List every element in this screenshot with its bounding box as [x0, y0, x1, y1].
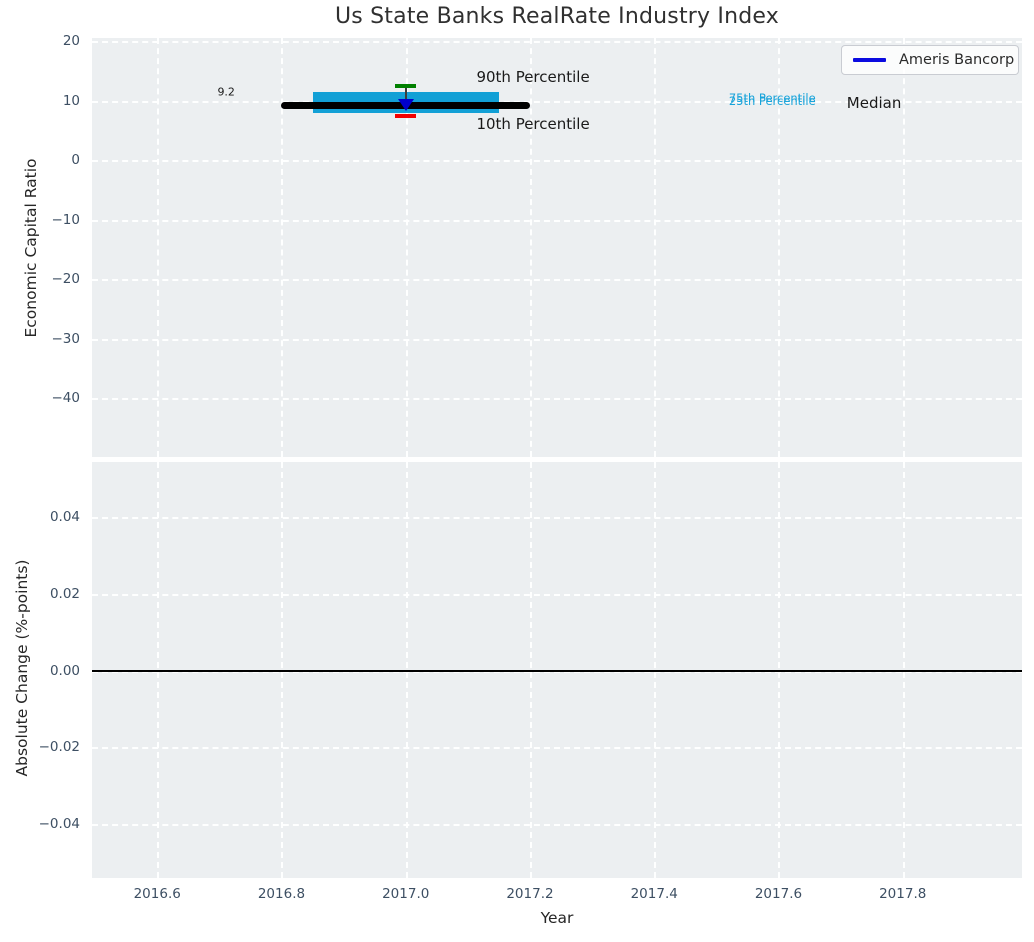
x-tick-label: 2017.8: [879, 886, 927, 902]
gridline-horizontal: [92, 747, 1022, 750]
gridline-horizontal: [92, 41, 1022, 44]
annotation-company-value-label: 9.2: [217, 85, 235, 99]
legend: Ameris Bancorp: [841, 45, 1019, 75]
y-tick-label: 0.04: [49, 509, 80, 526]
x-tick-label: 2017.4: [630, 886, 678, 902]
y-tick-label: 0.02: [49, 586, 80, 603]
gridline-horizontal: [92, 594, 1022, 597]
x-axis-label: Year: [540, 909, 574, 927]
gridline-horizontal: [92, 398, 1022, 401]
y-tick-label: −40: [51, 390, 81, 407]
annotation-p90-label: 90th Percentile: [476, 68, 590, 87]
x-tick-label: 2017.2: [506, 886, 554, 902]
gridline-horizontal: [92, 219, 1022, 222]
x-tick-label: 2017.0: [382, 886, 430, 902]
top-y-tick-labels: 20 10 0 −10 −20 −30 −40: [0, 33, 82, 457]
zero-line: [92, 669, 1022, 672]
y-tick-label: 0.00: [49, 662, 80, 679]
gridline-horizontal: [92, 279, 1022, 282]
gridline-horizontal: [92, 338, 1022, 341]
gridline-horizontal: [92, 517, 1022, 520]
legend-label: Ameris Bancorp: [899, 52, 1015, 68]
y-tick-label: 10: [62, 92, 80, 109]
y-tick-label: 20: [62, 33, 80, 50]
legend-line-swatch: [853, 58, 886, 62]
bottom-y-tick-labels: 0.04 0.02 0.00 −0.02 −0.04: [0, 462, 82, 878]
gridline-horizontal: [92, 823, 1022, 826]
x-tick-label: 2016.6: [133, 886, 181, 902]
y-tick-label: −0.04: [38, 815, 80, 832]
y-tick-label: −30: [51, 330, 81, 347]
bottom-axes: [92, 462, 1022, 878]
x-tick-label: 2016.8: [257, 886, 306, 902]
y-tick-label: −0.02: [38, 739, 80, 756]
y-tick-label: −20: [51, 271, 81, 288]
annotation-median-label: Median: [846, 94, 902, 113]
p90-whisker-cap: [395, 84, 417, 88]
p10-whisker-cap: [395, 114, 417, 118]
y-tick-label: 0: [71, 152, 80, 169]
gridline-horizontal: [92, 160, 1022, 163]
annotation-p10-label: 10th Percentile: [476, 114, 590, 133]
top-axes: 9.2 90th Percentile 10th Percentile 75th Pe…: [92, 38, 1022, 457]
annotation-p25-label: 25th Percentile: [728, 94, 816, 109]
x-tick-label: 2017.6: [754, 886, 803, 902]
chart-title: Us State Banks RealRate Industry Index: [334, 4, 779, 29]
y-tick-label: −10: [51, 211, 81, 228]
company-marker-triangle-down: [397, 99, 414, 112]
x-tick-labels: 2016.6 2016.8 2017.0 2017.2 2017.4 2017.6 2017…: [92, 886, 1022, 906]
